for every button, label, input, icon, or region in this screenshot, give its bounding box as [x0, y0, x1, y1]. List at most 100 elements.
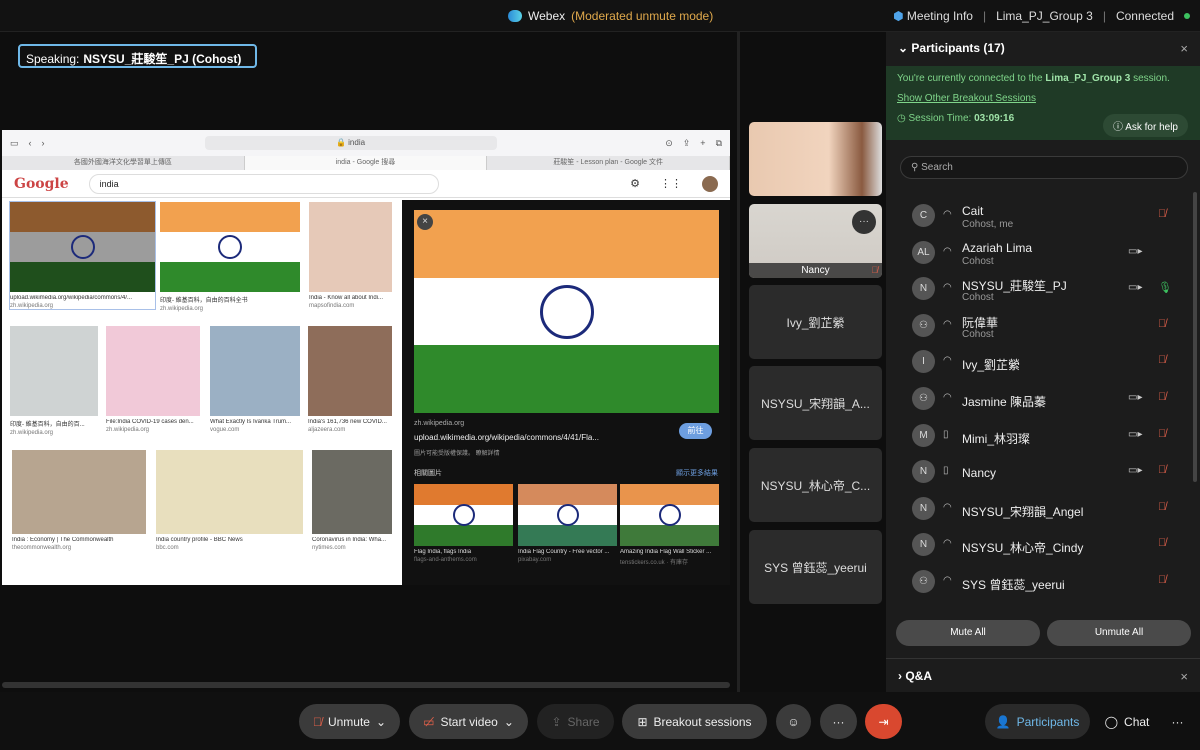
shield-icon: ⬢: [893, 9, 904, 23]
share-button[interactable]: ⇪ Share: [537, 704, 614, 739]
result-thumbnail: [106, 326, 200, 416]
participant-row[interactable]: N ◠ NSYSU_莊駿笙_PJ Cohost ▭▸ 🎙: [912, 275, 1172, 305]
preview-flag-image[interactable]: [414, 210, 719, 414]
connected-dot-icon: [1184, 13, 1190, 19]
participant-row[interactable]: N ◠ NSYSU_林心帝_Cindy 🎙̸: [912, 531, 1172, 561]
participant-search-input[interactable]: ⚲ Search: [900, 156, 1188, 179]
video-tile[interactable]: SYS 曾鈺蕊_yeerui: [749, 530, 882, 604]
start-video-button[interactable]: ▭̸ Start video ⌄: [409, 704, 528, 739]
mic-muted-icon[interactable]: 🎙̸: [1158, 537, 1166, 549]
mic-active-icon[interactable]: 🎙: [1158, 281, 1172, 294]
stage-scrollbar[interactable]: [2, 682, 730, 688]
mute-all-button[interactable]: Mute All: [896, 620, 1040, 646]
mic-muted-icon[interactable]: 🎙̸: [1158, 574, 1166, 586]
browser-tab[interactable]: 各國外國海洋文化學習單上傳區: [2, 156, 245, 170]
related-image[interactable]: India Flag Country - Free vector ... pixa…: [518, 484, 617, 563]
ask-for-help-label: Ask for help: [1125, 122, 1178, 133]
image-result[interactable]: India - Know all about Indi... mapsofindi…: [309, 202, 392, 309]
image-result[interactable]: Coronavirus in India: Wha... nytimes.com: [312, 450, 392, 551]
phone-icon: ▯: [943, 465, 949, 477]
image-result[interactable]: India : Economy | The Commonwealth thecom…: [12, 450, 146, 551]
unmute-button[interactable]: 🎙̸ Unmute ⌄: [299, 704, 400, 739]
video-tile[interactable]: [749, 122, 882, 196]
settings-icon[interactable]: ⚙: [630, 177, 640, 190]
address-bar[interactable]: 🔒 india: [204, 136, 497, 150]
mic-muted-icon[interactable]: 🎙̸: [1158, 208, 1166, 220]
unmute-all-button[interactable]: Unmute All: [1047, 620, 1191, 646]
participant-row[interactable]: M ▯ Mimi_林羽璨 ▭▸ 🎙̸: [912, 422, 1172, 452]
participant-row[interactable]: ⚇ ◠ SYS 曾鈺蕊_yeerui 🎙̸: [912, 568, 1172, 598]
chat-label: Chat: [1124, 714, 1150, 729]
back-icon[interactable]: ‹: [29, 138, 32, 148]
mic-muted-icon[interactable]: 🎙̸: [1158, 391, 1166, 403]
video-tile[interactable]: Ivy_劉芷縈: [749, 285, 882, 359]
meeting-info-button[interactable]: ⬢ Meeting Info: [893, 9, 973, 23]
participant-row[interactable]: N ▯ Nancy ▭▸ 🎙̸: [912, 458, 1172, 488]
participants-header[interactable]: ⌄ Participants (17): [898, 41, 1005, 55]
close-qa-icon[interactable]: ×: [1180, 669, 1188, 684]
participant-row[interactable]: C ◠ Cait Cohost, me 🎙̸: [912, 202, 1172, 232]
close-preview-icon[interactable]: ×: [417, 214, 433, 230]
share-icon[interactable]: ⇪: [683, 138, 691, 149]
video-tile[interactable]: NSYSU_宋翔韻_A...: [749, 366, 882, 440]
preview-title[interactable]: upload.wikimedia.org/wikipedia/commons/4…: [414, 433, 599, 442]
participant-row[interactable]: ⚇ ◠ Jasmine 陳品蓁 ▭▸ 🎙̸: [912, 385, 1172, 415]
reactions-button[interactable]: ☺: [776, 704, 811, 739]
related-image[interactable]: Flag India, flags India flags-and-anthems…: [414, 484, 513, 563]
mic-muted-icon[interactable]: 🎙̸: [1158, 428, 1166, 440]
participant-row[interactable]: ⚇ ◠ 阮偉華 Cohost 🎙̸: [912, 312, 1172, 342]
mic-muted-icon[interactable]: 🎙̸: [1158, 354, 1166, 366]
browser-tabs: 各國外國海洋文化學習單上傳區 india - Google 搜尋 莊駿笙 - L…: [2, 156, 730, 170]
image-result[interactable]: 印度- 維基百科，自由的百科全书 zh.wikipedia.org: [160, 202, 300, 312]
ask-for-help-button[interactable]: ⓘ Ask for help: [1102, 114, 1188, 137]
qa-section-header[interactable]: › Q&A ×: [886, 658, 1200, 692]
browser-tab[interactable]: 莊駿笙 - Lesson plan - Google 文件: [487, 156, 730, 170]
image-result[interactable]: 印度- 維基百科，自由的百... zh.wikipedia.org: [10, 326, 98, 436]
image-result[interactable]: upload.wikimedia.org/wikipedia/commons/4…: [9, 201, 156, 310]
image-result[interactable]: What Exactly Is Ivanka Trum... vogue.com: [210, 326, 300, 433]
participant-list: C ◠ Cait Cohost, me 🎙̸ AL ◠ Azariah Lima Cohost ▭…: [886, 198, 1200, 616]
video-tile[interactable]: NSYSU_林心帝_C...: [749, 448, 882, 522]
shared-screen[interactable]: ▭ ‹ › 🔒 india ⊙ ⇪ + ⧉ 各國外國海洋文化學習單上傳區 india - …: [2, 130, 730, 585]
show-other-sessions-link[interactable]: Show Other Breakout Sessions: [897, 93, 1189, 104]
leave-meeting-button[interactable]: ⇥: [865, 704, 902, 739]
close-panel-icon[interactable]: ×: [1180, 41, 1188, 56]
participants-button[interactable]: 👤 Participants: [985, 704, 1090, 739]
browser-tab[interactable]: india - Google 搜尋: [244, 156, 488, 170]
account-avatar[interactable]: [702, 175, 718, 192]
new-tab-icon[interactable]: +: [700, 138, 705, 148]
participant-name: Jasmine 陳品蓁: [962, 395, 1047, 409]
breakout-sessions-button[interactable]: ⊞ Breakout sessions: [622, 704, 767, 739]
visit-button[interactable]: 前往: [679, 423, 712, 439]
participant-list-scrollbar[interactable]: [1193, 192, 1197, 482]
participant-row[interactable]: N ◠ NSYSU_宋翔韻_Angel 🎙̸: [912, 495, 1172, 525]
mic-muted-icon[interactable]: 🎙̸: [1158, 501, 1166, 513]
mic-muted-icon[interactable]: 🎙̸: [1158, 318, 1166, 330]
google-search-input[interactable]: india: [88, 173, 439, 194]
google-header: Google india ⚙ ⋮⋮: [2, 170, 730, 198]
apps-grid-icon[interactable]: ⋮⋮: [660, 177, 682, 190]
chevron-down-icon[interactable]: ⌄: [376, 715, 386, 729]
image-result[interactable]: File:India COVID-19 cases den... zh.wikip…: [106, 326, 200, 433]
more-options-icon[interactable]: ···: [852, 210, 876, 234]
related-image[interactable]: Amazing India Flag Wall Sticker ... tenst…: [620, 484, 719, 566]
more-options-button[interactable]: ···: [820, 704, 857, 739]
participant-row[interactable]: I ◠ Ivy_劉芷縈 🎙̸: [912, 348, 1172, 378]
more-panels-button[interactable]: ···: [1160, 704, 1195, 739]
sidebar-icon[interactable]: ▭: [10, 138, 19, 149]
image-result[interactable]: India country profile - BBC News bbc.com: [156, 450, 303, 551]
video-tile[interactable]: Nancy 🎙̸ ···: [749, 204, 882, 278]
chat-button[interactable]: ◯ Chat: [1096, 704, 1158, 739]
more-results-link[interactable]: 顯示更多結果: [676, 468, 718, 478]
download-icon[interactable]: ⊙: [665, 138, 673, 149]
google-doodle-logo[interactable]: Google: [14, 176, 69, 192]
chevron-down-icon[interactable]: ⌄: [504, 715, 514, 729]
mic-muted-icon[interactable]: 🎙̸: [1158, 464, 1166, 476]
image-result[interactable]: India's 161,736 new COVID... aljazeera.co…: [308, 326, 392, 433]
avatar: N: [912, 533, 935, 557]
headset-icon: ◠: [943, 355, 952, 367]
tabs-icon[interactable]: ⧉: [716, 138, 722, 149]
participant-row[interactable]: AL ◠ Azariah Lima Cohost ▭▸: [912, 239, 1172, 269]
stage-divider[interactable]: [737, 32, 740, 692]
forward-icon[interactable]: ›: [42, 138, 45, 148]
